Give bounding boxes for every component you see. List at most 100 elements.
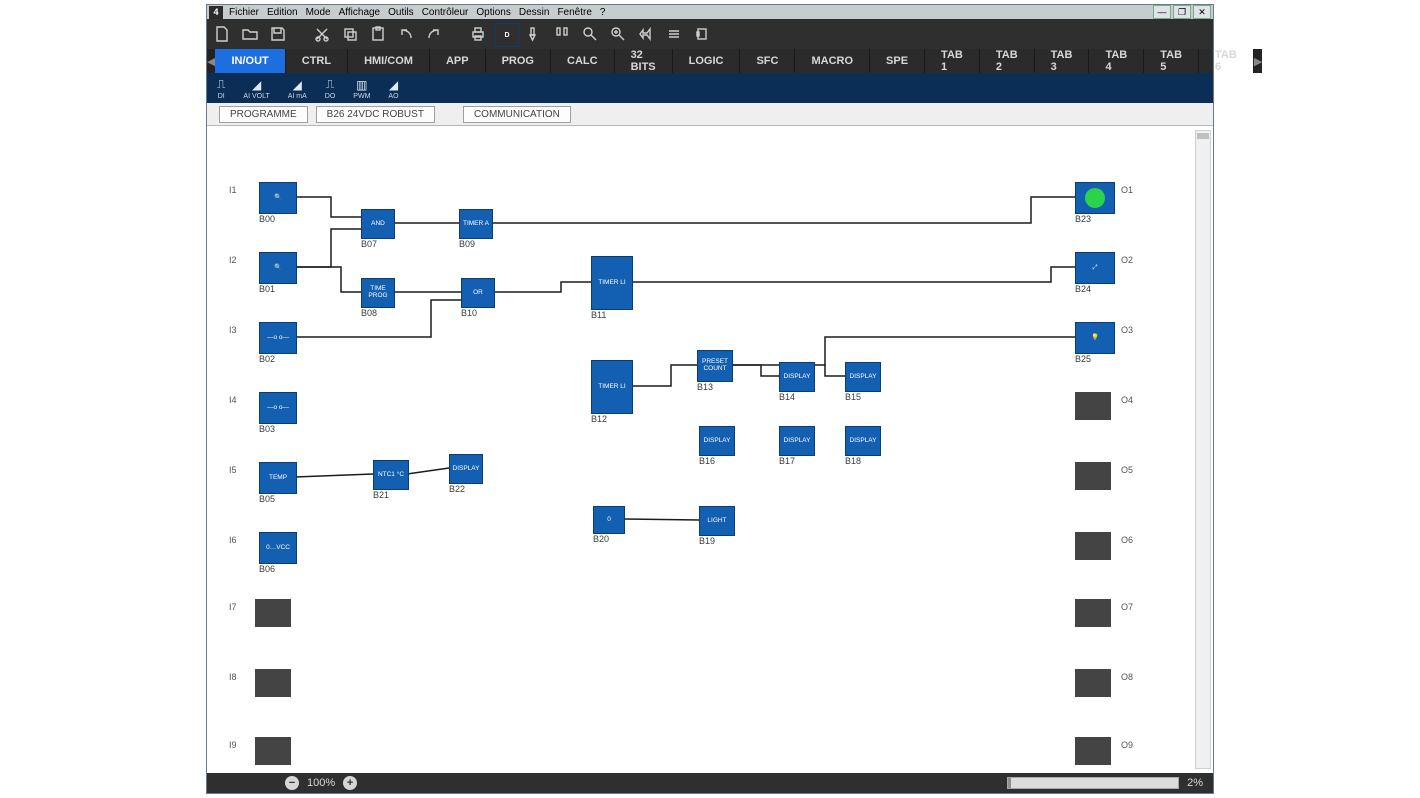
output-pad-empty[interactable] [1075, 669, 1111, 697]
tabs-scroll-left[interactable]: ◀ [207, 49, 215, 73]
print-button[interactable] [467, 23, 489, 45]
window-maximize-button[interactable]: ❐ [1173, 5, 1191, 19]
open-file-button[interactable] [239, 23, 261, 45]
tab-app[interactable]: APP [430, 49, 486, 73]
block-b14[interactable]: DISPLAY [779, 362, 815, 392]
output-pad-empty[interactable] [1075, 737, 1111, 765]
tab-32-bits[interactable]: 32 BITS [615, 49, 673, 73]
tool-button-4[interactable] [607, 23, 629, 45]
subtool-ao[interactable]: ◢AO [388, 77, 398, 100]
block-b20[interactable]: 0 [593, 506, 625, 534]
block-b16[interactable]: DISPLAY [699, 426, 735, 456]
window-close-button[interactable]: ✕ [1193, 5, 1211, 19]
tool-button-5[interactable] [635, 23, 657, 45]
zoom-out-button[interactable]: − [285, 776, 299, 790]
block-b00[interactable]: 🔍 [259, 182, 297, 214]
tab-hmi-com[interactable]: HMI/COM [348, 49, 430, 73]
block-b22[interactable]: DISPLAY [449, 454, 483, 484]
tab-sfc[interactable]: SFC [740, 49, 795, 73]
tab-tab-6[interactable]: TAB 6 [1199, 49, 1254, 73]
tab-in-out[interactable]: IN/OUT [215, 49, 285, 73]
output-port-label: O5 [1121, 465, 1133, 475]
subtool-do[interactable]: ⎍DO [325, 77, 336, 100]
block-b19[interactable]: LIGHT [699, 506, 735, 536]
block-b03[interactable]: —o o— [259, 392, 297, 424]
input-pad-empty[interactable] [255, 669, 291, 697]
block-b24[interactable]: ⤢ [1075, 252, 1115, 284]
zoom-in-button[interactable]: + [343, 776, 357, 790]
doc-tab-programme[interactable]: PROGRAMME [219, 106, 308, 123]
tab-logic[interactable]: LOGIC [673, 49, 741, 73]
tab-spe[interactable]: SPE [870, 49, 925, 73]
tab-tab-5[interactable]: TAB 5 [1144, 49, 1199, 73]
input-pad-empty[interactable] [255, 737, 291, 765]
save-button[interactable] [267, 23, 289, 45]
menu-fichier[interactable]: Fichier [225, 6, 263, 19]
block-b09[interactable]: TIMER A [459, 209, 493, 239]
vertical-scrollbar[interactable] [1195, 130, 1211, 769]
tab-tab-4[interactable]: TAB 4 [1089, 49, 1144, 73]
block-b15[interactable]: DISPLAY [845, 362, 881, 392]
input-pad-empty[interactable] [255, 599, 291, 627]
tab-tab-2[interactable]: TAB 2 [980, 49, 1035, 73]
menu-mode[interactable]: Mode [302, 6, 335, 19]
tool-button-7[interactable] [691, 23, 713, 45]
doc-tab-communication[interactable]: COMMUNICATION [463, 106, 571, 123]
menu-outils[interactable]: Outils [384, 6, 418, 19]
cut-button[interactable] [311, 23, 333, 45]
tool-button-1[interactable] [523, 23, 545, 45]
window-minimize-button[interactable]: ― [1153, 5, 1171, 19]
block-b08[interactable]: TIME PROG [361, 278, 395, 308]
toolbar-letter-d[interactable]: D [495, 23, 519, 47]
menu-fenêtre[interactable]: Fenêtre [553, 6, 595, 19]
subtool-di[interactable]: ⎍DI [217, 77, 225, 100]
paste-button[interactable] [367, 23, 389, 45]
block-b17[interactable]: DISPLAY [779, 426, 815, 456]
output-pad-empty[interactable] [1075, 532, 1111, 560]
subtool-ai-volt[interactable]: ◢AI VOLT [243, 77, 269, 100]
menu-options[interactable]: Options [472, 6, 514, 19]
block-b11[interactable]: TIMER LI [591, 256, 633, 310]
menu-edition[interactable]: Edition [263, 6, 302, 19]
menu-?[interactable]: ? [596, 6, 610, 19]
block-b21[interactable]: NTC1 °C [373, 460, 409, 490]
subtool-pwm[interactable]: ▥PWM [353, 77, 370, 100]
block-id-label: B11 [591, 310, 606, 320]
output-pad-empty[interactable] [1075, 599, 1111, 627]
block-b18[interactable]: DISPLAY [845, 426, 881, 456]
subtool-ai-ma[interactable]: ◢AI mA [288, 77, 307, 100]
tool-button-6[interactable] [663, 23, 685, 45]
block-b05[interactable]: TEMP [259, 462, 297, 494]
tab-prog[interactable]: PROG [486, 49, 551, 73]
new-file-button[interactable] [211, 23, 233, 45]
menu-affichage[interactable]: Affichage [335, 6, 385, 19]
scrollbar-thumb[interactable] [1197, 133, 1209, 139]
undo-button[interactable] [395, 23, 417, 45]
block-b13[interactable]: PRESET COUNT [697, 350, 733, 382]
window-margin-right [1214, 0, 1420, 798]
block-b02[interactable]: —o o— [259, 322, 297, 354]
tab-macro[interactable]: MACRO [795, 49, 870, 73]
block-b01[interactable]: 🔍 [259, 252, 297, 284]
tab-tab-1[interactable]: TAB 1 [925, 49, 980, 73]
tab-ctrl[interactable]: CTRL [286, 49, 348, 73]
tab-calc[interactable]: CALC [551, 49, 615, 73]
block-b25[interactable]: 💡 [1075, 322, 1115, 354]
copy-button[interactable] [339, 23, 361, 45]
output-pad-empty[interactable] [1075, 462, 1111, 490]
doc-tab-b26-24vdc-robust[interactable]: B26 24VDC ROBUST [316, 106, 435, 123]
block-b10[interactable]: OR [461, 278, 495, 308]
block-b12[interactable]: TIMER LI [591, 360, 633, 414]
tabs-scroll-right[interactable]: ▶ [1254, 49, 1262, 73]
block-b06[interactable]: 0…VCC [259, 532, 297, 564]
output-pad-empty[interactable] [1075, 392, 1111, 420]
tab-tab-3[interactable]: TAB 3 [1035, 49, 1090, 73]
block-b07[interactable]: AND [361, 209, 395, 239]
tool-button-2[interactable] [551, 23, 573, 45]
menu-contrôleur[interactable]: Contrôleur [418, 6, 473, 19]
design-surface[interactable]: I1I2I3I4I5I6I7I8I9O1O2O3O4O5O6O7O8O9🔍B00… [207, 134, 1195, 771]
redo-button[interactable] [423, 23, 445, 45]
tool-button-3[interactable] [579, 23, 601, 45]
menu-dessin[interactable]: Dessin [515, 6, 554, 19]
block-b23[interactable] [1075, 182, 1115, 214]
